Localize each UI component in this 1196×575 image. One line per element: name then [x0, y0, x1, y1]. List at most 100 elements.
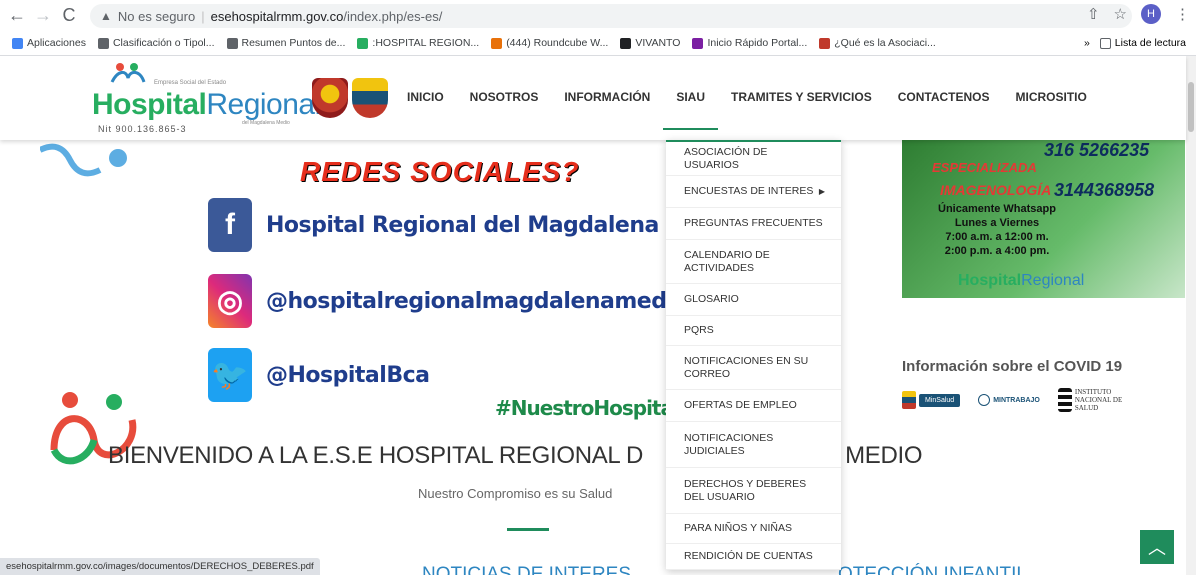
dropdown-item[interactable]: NOTIFICACIONES JUDICIALES [666, 422, 841, 468]
reading-list-label: Lista de lectura [1114, 37, 1186, 49]
promo-brand: HospitalRegional [958, 272, 1084, 290]
bookmark-item[interactable]: Clasificación o Tipol... [97, 37, 215, 49]
covid-title: Información sobre el COVID 19 [902, 358, 1123, 375]
department-shield-icon [312, 78, 348, 118]
bookmark-item[interactable]: :HOSPITAL REGION... [357, 37, 479, 49]
promo-wa-line-1: Únicamente Whatsapp [938, 203, 1056, 215]
people-logo-icon [110, 63, 146, 83]
bookmark-label: (444) Roundcube W... [506, 37, 609, 49]
bookmark-item[interactable]: Inicio Rápido Portal... [692, 37, 807, 49]
share-icon[interactable]: ⇧ [1087, 5, 1100, 23]
facebook-row[interactable]: f Hospital Regional del Magdalena Medio [208, 198, 739, 252]
promo-wa-line-2: Lunes a Viernes [954, 217, 1040, 229]
bookmark-item[interactable]: ¿Qué es la Asociaci... [819, 37, 936, 49]
whatsapp-promo-banner[interactable]: 316 5266235 ESPECIALIZADA IMAGENOLOGÍA 3… [902, 140, 1185, 298]
reload-icon[interactable]: C [56, 5, 82, 26]
reading-list-link[interactable]: Lista de lectura [1099, 37, 1186, 49]
ins-logo[interactable]: INSTITUTO NACIONAL DE SALUD [1057, 386, 1123, 414]
warning-icon: ▲ [100, 9, 112, 23]
bookmark-label: ¿Qué es la Asociaci... [834, 37, 936, 49]
welcome-tagline: Nuestro Compromiso es su Salud [418, 486, 613, 501]
minsalud-logo[interactable]: MinSalud [902, 386, 961, 414]
scrollbar-thumb[interactable] [1188, 82, 1194, 132]
vivanto-icon [620, 37, 632, 49]
nav-item-inicio[interactable]: INICIO [407, 90, 457, 130]
promo-wa-line-3: 7:00 a.m. a 12:00 m. [945, 231, 1049, 243]
banner-headline: REDES SOCIALES? [300, 156, 580, 187]
forward-icon[interactable]: → [30, 5, 56, 26]
dropdown-item-label: PARA NIÑOS Y NIÑAS [684, 522, 792, 534]
instagram-row[interactable]: ◎ @hospitalregionalmagdalenamedio [208, 274, 689, 328]
nav-item-contactenos[interactable]: CONTACTENOS [885, 90, 1003, 130]
facebook-icon: f [208, 198, 252, 252]
mintrabajo-seal-icon [978, 394, 991, 406]
nav-item-tramites-y-servicios[interactable]: TRAMITES Y SERVICIOS [718, 90, 885, 130]
url-path: /index.php/es-es/ [343, 8, 443, 24]
profile-avatar[interactable]: H [1141, 4, 1161, 24]
address-bar[interactable]: ▲ No es seguro | esehospitalrmm.gov.co /… [90, 4, 1132, 28]
menu-dots-icon[interactable]: ⋮ [1175, 5, 1190, 23]
logo-nit: Nit 900.136.865-3 [98, 124, 187, 134]
welcome-title-start: BIENVENIDO A LA E.S.E HOSPITAL REGIONAL … [108, 442, 643, 469]
twitter-row[interactable]: 🐦 @HospitalBca [208, 348, 430, 402]
promo-schedule: Únicamente Whatsapp Lunes a Viernes 7:00… [922, 202, 1072, 258]
star-icon[interactable]: ☆ [1114, 5, 1127, 23]
ins-emblem-icon [1057, 388, 1072, 412]
dropdown-item-label: ASOCIACIÓN DE USUARIOS [684, 145, 768, 171]
minsalud-shield-icon [902, 391, 916, 409]
mintrabajo-logo[interactable]: MINTRABAJO [978, 386, 1040, 414]
promo-especializada: ESPECIALIZADA [932, 160, 1037, 175]
dropdown-item-label: CALENDARIO DE ACTIVIDADES [684, 248, 770, 274]
promo-imagenologia: IMAGENOLOGÍA [940, 182, 1052, 198]
hospital-logo[interactable]: Empresa Social del Estado HospitalRegion… [92, 62, 321, 134]
dropdown-item-label: RENDICIÓN DE CUENTAS [684, 550, 813, 562]
instagram-handle: @hospitalregionalmagdalenamedio [266, 288, 689, 314]
promo-brand-hospital: Hospital [958, 272, 1022, 289]
dropdown-item[interactable]: DERECHOS Y DEBERES DEL USUARIO [666, 468, 841, 514]
bookmark-label: Inicio Rápido Portal... [707, 37, 808, 49]
colombia-shield-icon [352, 78, 388, 118]
nav-item-nosotros[interactable]: NOSOTROS [457, 90, 552, 130]
promo-wa-line-4: 2:00 p.m. a 4:00 pm. [944, 245, 1050, 257]
bookmark-item[interactable]: Resumen Puntos de... [226, 37, 346, 49]
bookmark-item[interactable]: Aplicaciones [12, 37, 86, 49]
page-scrollbar[interactable] [1186, 56, 1196, 575]
dropdown-item[interactable]: NOTIFICACIONES EN SU CORREO [666, 346, 841, 390]
dropdown-item[interactable]: PARA NIÑOS Y NIÑAS [666, 514, 841, 544]
portal-icon [692, 37, 704, 49]
siau-dropdown-menu: ASOCIACIÓN DE USUARIOS ENCUESTAS DE INTER… [666, 140, 841, 570]
dropdown-item[interactable]: ASOCIACIÓN DE USUARIOS [666, 142, 841, 176]
dropdown-item[interactable]: CALENDARIO DE ACTIVIDADES [666, 240, 841, 284]
dropdown-item[interactable]: OFERTAS DE EMPLEO [666, 390, 841, 422]
back-to-top-button[interactable]: ︿ [1140, 530, 1174, 564]
nav-item-informaci-n[interactable]: INFORMACIÓN [551, 90, 663, 130]
apps-icon [12, 37, 23, 49]
logo-word-regional: Regional [206, 88, 321, 121]
bookmarks-bar: Aplicaciones Clasificación o Tipol... Resu… [0, 32, 1196, 54]
minsalud-label: MinSalud [919, 393, 961, 407]
twitter-handle: @HospitalBca [266, 362, 430, 388]
dropdown-item[interactable]: ENCUESTAS DE INTERES ▶ [666, 176, 841, 208]
ins-label: INSTITUTO NACIONAL DE SALUD [1074, 388, 1123, 412]
dropdown-item-label: GLOSARIO [684, 293, 739, 305]
dropdown-item[interactable]: PQRS [666, 316, 841, 346]
nav-item-siau[interactable]: SIAU [663, 90, 719, 130]
dropdown-item-label: PQRS [684, 324, 714, 336]
bookmark-label: Resumen Puntos de... [241, 37, 346, 49]
status-bar-url: esehospitalrmm.gov.co/images/documentos/… [0, 558, 320, 575]
dropdown-item[interactable]: PREGUNTAS FRECUENTES [666, 208, 841, 240]
back-icon[interactable]: ← [4, 5, 30, 26]
bookmark-item[interactable]: (444) Roundcube W... [491, 37, 608, 49]
more-bookmarks-icon[interactable]: » [1084, 37, 1090, 49]
dropdown-item-label: PREGUNTAS FRECUENTES [684, 217, 823, 229]
bookmark-label: :HOSPITAL REGION... [372, 37, 480, 49]
section-divider [507, 528, 549, 531]
protection-heading: OTECCIÓN INFANTIL [838, 564, 1027, 575]
bookmark-item[interactable]: VIVANTO [620, 37, 680, 49]
decorative-wave-icon [40, 143, 127, 177]
dropdown-item[interactable]: GLOSARIO [666, 284, 841, 316]
nav-item-micrositio[interactable]: MICROSITIO [1003, 90, 1100, 130]
dropdown-item[interactable]: RENDICIÓN DE CUENTAS [666, 544, 841, 570]
house-icon [97, 37, 109, 49]
browser-chrome: ← → C ▲ No es seguro | esehospitalrmm.go… [0, 0, 1196, 57]
